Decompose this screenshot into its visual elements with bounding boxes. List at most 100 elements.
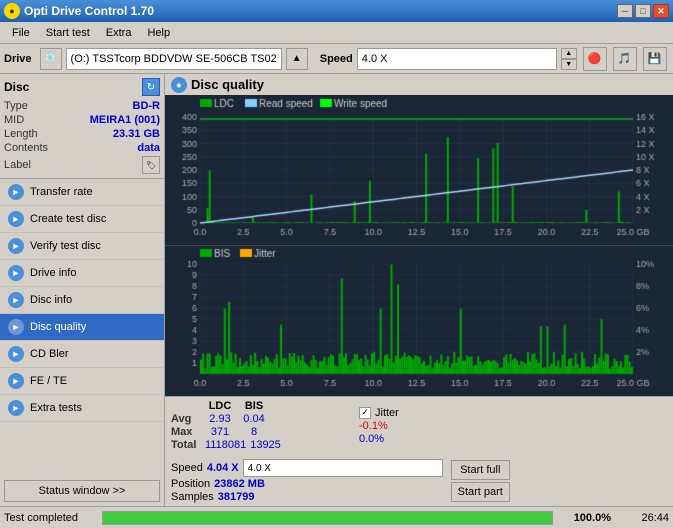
- sidebar-item-cd-bler[interactable]: ► CD Bler: [0, 341, 164, 368]
- disc-type-value: BD-R: [133, 100, 161, 112]
- title-bar: ● Opti Drive Control 1.70 ─ □ ✕: [0, 0, 673, 22]
- avg-bis: 0.04: [239, 413, 269, 425]
- panel-title: Disc quality: [191, 77, 264, 92]
- max-jitter: 0.0%: [359, 433, 384, 445]
- verify-test-icon: ►: [8, 238, 24, 254]
- disc-info-icon: ►: [8, 292, 24, 308]
- speed-down[interactable]: ▼: [561, 59, 577, 70]
- disc-contents-label: Contents: [4, 142, 48, 154]
- extra-tests-icon: ►: [8, 400, 24, 416]
- sidebar-item-drive-info[interactable]: ► Drive info: [0, 260, 164, 287]
- avg-jitter: -0.1%: [359, 420, 388, 432]
- menu-file[interactable]: File: [4, 25, 38, 41]
- chart1-canvas: [165, 95, 673, 245]
- app-title: Opti Drive Control 1.70: [24, 4, 154, 18]
- speed-section: Speed 4.04 X 4.0 X Position 23862 MB Sam…: [171, 459, 443, 503]
- status-time: 26:44: [619, 512, 669, 524]
- speed-up[interactable]: ▲: [561, 48, 577, 59]
- main-content: Disc ↻ Type BD-R MID MEIRA1 (001) Length…: [0, 74, 673, 506]
- status-window-button[interactable]: Status window >>: [4, 480, 160, 502]
- speed-stat-label: Speed: [171, 462, 203, 474]
- sidebar-item-create-test[interactable]: ► Create test disc: [0, 206, 164, 233]
- panel-icon: ●: [171, 77, 187, 93]
- eject-button[interactable]: ▲: [286, 48, 308, 70]
- title-bar-controls: ─ □ ✕: [617, 4, 669, 18]
- total-ldc: 1118081: [205, 439, 246, 451]
- bis-header: BIS: [239, 400, 269, 412]
- create-test-icon: ►: [8, 211, 24, 227]
- sidebar-item-extra-tests[interactable]: ► Extra tests: [0, 395, 164, 422]
- disc-label-row: Label 🏷: [4, 156, 160, 174]
- disc-label-button[interactable]: 🏷: [142, 156, 160, 174]
- close-button[interactable]: ✕: [653, 4, 669, 18]
- chart2-container: [165, 246, 673, 396]
- minimize-button[interactable]: ─: [617, 4, 633, 18]
- speed-stat-value: 4.04 X: [207, 462, 239, 474]
- disc-quality-icon: ►: [8, 319, 24, 335]
- transfer-rate-icon: ►: [8, 184, 24, 200]
- disc-length-label: Length: [4, 128, 38, 140]
- sidebar-label-fe-te: FE / TE: [30, 375, 67, 387]
- disc-section: Disc ↻ Type BD-R MID MEIRA1 (001) Length…: [0, 74, 164, 179]
- total-label: Total: [171, 439, 201, 451]
- save-button[interactable]: 💾: [643, 47, 667, 71]
- main-panel: ● Disc quality LDC BIS Avg 2.93: [165, 74, 673, 506]
- speed-select[interactable]: 4.0 X: [357, 48, 557, 70]
- sidebar-item-verify-test[interactable]: ► Verify test disc: [0, 233, 164, 260]
- sidebar-label-create-test: Create test disc: [30, 213, 106, 225]
- speed-stat-select[interactable]: 4.0 X: [243, 459, 443, 477]
- action-buttons: Start full Start part: [451, 460, 510, 502]
- drive-icon: 💿: [40, 48, 62, 70]
- menu-start-test[interactable]: Start test: [38, 25, 98, 41]
- disc-contents-value: data: [137, 142, 160, 154]
- jitter-section: ✓ Jitter -0.1% 0.0%: [359, 407, 439, 445]
- disc-length-row: Length 23.31 GB: [4, 128, 160, 140]
- menu-help[interactable]: Help: [139, 25, 178, 41]
- disc-mid-row: MID MEIRA1 (001): [4, 114, 160, 126]
- disc-type-row: Type BD-R: [4, 100, 160, 112]
- drive-select[interactable]: (O:) TSSTcorp BDDVDW SE-506CB TS02: [66, 48, 282, 70]
- sidebar-item-fe-te[interactable]: ► FE / TE: [0, 368, 164, 395]
- jitter-checkbox[interactable]: ✓: [359, 407, 371, 419]
- panel-header: ● Disc quality: [165, 74, 673, 95]
- cd-bler-icon: ►: [8, 346, 24, 362]
- drive-bar: Drive 💿 (O:) TSSTcorp BDDVDW SE-506CB TS…: [0, 44, 673, 74]
- chart1-container: [165, 95, 673, 246]
- avg-label: Avg: [171, 413, 201, 425]
- ldc-header: LDC: [205, 400, 235, 412]
- test-btn-2[interactable]: 🎵: [613, 47, 637, 71]
- fe-te-icon: ►: [8, 373, 24, 389]
- chart2-canvas: [165, 246, 673, 396]
- sidebar-label-verify-test: Verify test disc: [30, 240, 101, 252]
- sidebar: Disc ↻ Type BD-R MID MEIRA1 (001) Length…: [0, 74, 165, 506]
- disc-refresh-button[interactable]: ↻: [142, 78, 160, 96]
- sidebar-item-disc-info[interactable]: ► Disc info: [0, 287, 164, 314]
- start-full-button[interactable]: Start full: [451, 460, 510, 480]
- status-bar: Test completed 100.0% 26:44: [0, 506, 673, 528]
- disc-length-value: 23.31 GB: [113, 128, 160, 140]
- sidebar-label-disc-quality: Disc quality: [30, 321, 86, 333]
- samples-label: Samples: [171, 491, 214, 503]
- maximize-button[interactable]: □: [635, 4, 651, 18]
- disc-mid-value: MEIRA1 (001): [90, 114, 160, 126]
- disc-contents-row: Contents data: [4, 142, 160, 154]
- position-label: Position: [171, 478, 210, 490]
- total-bis: 13925: [250, 439, 281, 451]
- avg-ldc: 2.93: [205, 413, 235, 425]
- disc-title: Disc: [4, 80, 29, 94]
- sidebar-nav: ► Transfer rate ► Create test disc ► Ver…: [0, 179, 164, 476]
- sidebar-item-disc-quality[interactable]: ► Disc quality: [0, 314, 164, 341]
- sidebar-label-transfer-rate: Transfer rate: [30, 186, 93, 198]
- sidebar-label-drive-info: Drive info: [30, 267, 76, 279]
- disc-label-label: Label: [4, 159, 31, 171]
- position-value: 23862 MB: [214, 478, 265, 490]
- app-icon: ●: [4, 3, 20, 19]
- sidebar-label-extra-tests: Extra tests: [30, 402, 82, 414]
- sidebar-item-transfer-rate[interactable]: ► Transfer rate: [0, 179, 164, 206]
- menu-extra[interactable]: Extra: [98, 25, 140, 41]
- start-part-button[interactable]: Start part: [451, 482, 510, 502]
- test-btn-1[interactable]: 🔴: [583, 47, 607, 71]
- max-ldc: 371: [205, 426, 235, 438]
- samples-value: 381799: [218, 491, 255, 503]
- jitter-label: Jitter: [375, 407, 399, 419]
